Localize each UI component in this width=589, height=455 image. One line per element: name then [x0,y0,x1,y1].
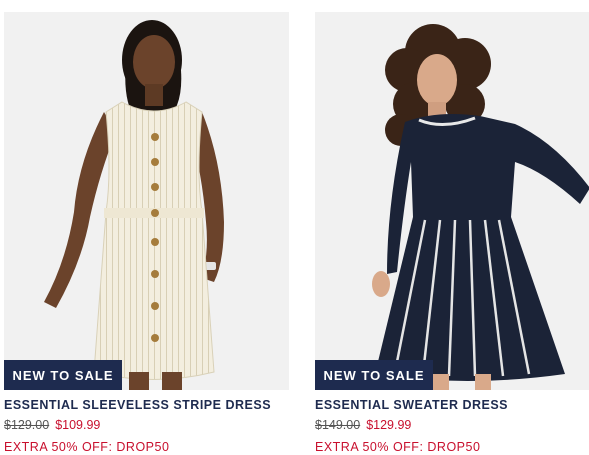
original-price: $149.00 [315,418,361,432]
model-photo-illustration [44,20,224,390]
promo-code-text: EXTRA 50% OFF: DROP50 [315,440,481,454]
model-photo-illustration [372,24,589,390]
product-card-sweater-dress[interactable]: NEW TO SALE ESSENTIAL SWEATER DRESS $149… [315,12,589,454]
sale-price: $109.99 [55,418,101,432]
price-row: $129.00 $109.99 [4,418,289,432]
price-row: $149.00 $129.99 [315,418,589,432]
promo-code-text: EXTRA 50% OFF: DROP50 [4,440,170,454]
original-price: $129.00 [4,418,50,432]
product-name[interactable]: ESSENTIAL SWEATER DRESS [315,398,589,412]
product-image-sweater-dress[interactable]: NEW TO SALE [315,12,589,390]
product-image-sleeveless-stripe-dress[interactable]: NEW TO SALE [4,12,289,390]
new-to-sale-badge: NEW TO SALE [4,360,122,390]
new-to-sale-badge: NEW TO SALE [315,360,433,390]
product-card-sleeveless-stripe-dress[interactable]: NEW TO SALE ESSENTIAL SLEEVELESS STRIPE … [4,12,289,454]
sale-price: $129.99 [366,418,412,432]
product-name[interactable]: ESSENTIAL SLEEVELESS STRIPE DRESS [4,398,289,412]
